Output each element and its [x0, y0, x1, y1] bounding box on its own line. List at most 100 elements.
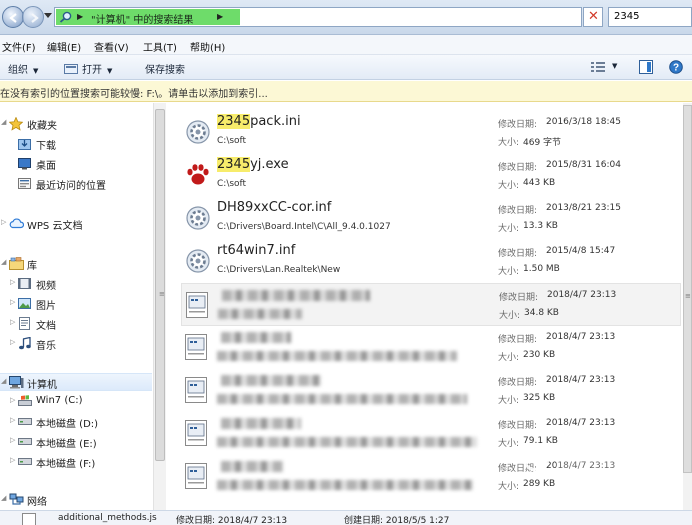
modified-value: 2016/3/18 18:45	[546, 117, 621, 127]
file-name[interactable]: rt64win7.inf	[217, 243, 295, 258]
sidebar-item-favorites[interactable]: ◢ 收藏夹	[0, 115, 150, 133]
expand-arrow-icon[interactable]: ▷	[10, 298, 15, 306]
blurred-file-name	[221, 461, 283, 472]
paw-app-icon	[187, 164, 209, 185]
clear-search-button[interactable]: ✕	[583, 7, 603, 27]
sidebar-item-label: 收藏夹	[27, 121, 57, 132]
menu-help[interactable]: 帮助(H)	[190, 39, 225, 54]
navigation-scrollbar[interactable]: ≡	[153, 103, 166, 510]
breadcrumb-separator-icon[interactable]: ▶	[217, 12, 223, 21]
sidebar-item-pictures[interactable]: ▷ 图片	[0, 295, 150, 313]
command-bar: 组织 ▼ 打开 ▼ 保存搜索 ▼ ?	[0, 55, 692, 80]
sidebar-item-downloads[interactable]: 下载	[0, 135, 150, 153]
size-value: 13.3 KB	[523, 221, 558, 231]
sidebar-item-drive-e[interactable]: ▷ 本地磁盘 (E:)	[0, 433, 150, 451]
size-value: 1.50 MB	[523, 264, 560, 274]
open-button[interactable]: 打开 ▼	[64, 61, 112, 76]
hard-drive-icon	[18, 438, 32, 445]
index-info-bar[interactable]: 在没有索引的位置搜索可能较慢: F:\。请单击以添加到索引...	[0, 81, 692, 102]
modified-label: 修改日期:	[498, 421, 538, 431]
sidebar-item-documents[interactable]: ▷ 文档	[0, 315, 150, 333]
sidebar-item-drive-d[interactable]: ▷ 本地磁盘 (D:)	[0, 413, 150, 431]
collapse-arrow-icon[interactable]: ◢	[1, 377, 6, 385]
recent-pages-dropdown-icon[interactable]	[44, 13, 52, 19]
size-label: 大小:	[498, 482, 520, 492]
sidebar-item-wps[interactable]: ▷ WPS 云文档	[0, 215, 150, 233]
breadcrumb-separator-icon[interactable]: ▶	[77, 12, 83, 21]
modified-value: 2013/8/21 23:15	[546, 203, 621, 213]
collapse-arrow-icon[interactable]: ◢	[1, 494, 6, 502]
result-row[interactable]: DH89xxCC-cor.inf C:\Drivers\Board.Intel\…	[181, 197, 681, 240]
downloads-folder-icon	[18, 139, 31, 150]
view-options-icon[interactable]	[591, 61, 605, 73]
organize-label: 组织	[8, 65, 28, 76]
expand-arrow-icon[interactable]: ▷	[10, 436, 15, 444]
result-row[interactable]: 修改日期: 2018/4/7 23:13 大小: 230 KB	[181, 326, 681, 369]
expand-arrow-icon[interactable]: ▷	[1, 218, 6, 226]
size-label: 大小:	[498, 138, 520, 148]
blurred-file-path	[217, 437, 477, 447]
expand-arrow-icon[interactable]: ▷	[10, 416, 15, 424]
breadcrumb[interactable]: ▶ "计算机" 中的搜索结果 ▶ ▼	[54, 7, 627, 27]
expand-arrow-icon[interactable]: ▷	[10, 456, 15, 464]
breadcrumb-location[interactable]: "计算机" 中的搜索结果	[91, 11, 193, 26]
back-button[interactable]	[2, 6, 24, 28]
sidebar-item-label: 本地磁盘 (F:)	[36, 459, 96, 470]
script-file-icon	[22, 513, 36, 525]
expand-arrow-icon[interactable]: ▷	[10, 278, 15, 286]
blurred-file-path	[218, 309, 302, 319]
expand-arrow-icon[interactable]: ▷	[10, 318, 15, 326]
settings-file-icon	[186, 120, 210, 144]
sidebar-item-drive-f[interactable]: ▷ 本地磁盘 (F:)	[0, 453, 150, 471]
view-dropdown-icon[interactable]: ▼	[612, 62, 617, 70]
sidebar-item-label: Win7 (C:)	[36, 395, 83, 406]
sidebar-item-music[interactable]: ▷ 音乐	[0, 335, 150, 353]
file-name[interactable]: 2345yj.exe	[217, 157, 289, 172]
blurred-file-name	[221, 418, 301, 429]
modified-value: 2015/8/31 16:04	[546, 160, 621, 170]
expand-arrow-icon[interactable]: ▷	[10, 396, 15, 404]
file-name[interactable]: 2345pack.ini	[217, 114, 301, 129]
sidebar-item-drive-c[interactable]: ▷ Win7 (C:)	[0, 393, 150, 411]
file-name-rest: DH89xxCC-cor.inf	[217, 200, 332, 215]
result-row[interactable]: 2345pack.ini C:\soft 修改日期: 2016/3/18 18:…	[181, 111, 681, 154]
results-scrollbar[interactable]: ≡	[683, 103, 692, 510]
blurred-file-name	[222, 290, 370, 301]
help-icon[interactable]: ?	[669, 60, 683, 74]
scrollbar-thumb[interactable]: ≡	[683, 105, 692, 473]
open-icon	[64, 64, 78, 74]
preview-pane-icon[interactable]	[639, 60, 653, 74]
organize-button[interactable]: 组织 ▼	[8, 61, 38, 76]
scrollbar-thumb[interactable]: ≡	[155, 109, 165, 461]
sidebar-item-videos[interactable]: ▷ 视频	[0, 275, 150, 293]
file-name[interactable]: DH89xxCC-cor.inf	[217, 200, 331, 215]
menu-tools[interactable]: 工具(T)	[143, 39, 177, 54]
size-value: 230 KB	[523, 350, 556, 360]
save-search-button[interactable]: 保存搜索	[145, 61, 185, 76]
menu-view[interactable]: 查看(V)	[94, 39, 129, 54]
sidebar-item-computer[interactable]: ◢ 计算机	[0, 373, 152, 391]
result-row[interactable]: rt64win7.inf C:\Drivers\Lan.Realtek\New …	[181, 240, 681, 283]
menu-edit[interactable]: 编辑(E)	[47, 39, 81, 54]
file-path: C:\soft	[217, 136, 247, 146]
result-row[interactable]: 2345yj.exe C:\soft 修改日期: 2015/8/31 16:04…	[181, 154, 681, 197]
forward-button[interactable]	[22, 6, 44, 28]
index-warning-text: 在没有索引的位置搜索可能较慢: F:\。请单击以添加到索引...	[0, 89, 268, 100]
sidebar-item-libraries[interactable]: ◢ 库	[0, 255, 150, 273]
details-modified: 修改日期: 2018/4/7 23:13	[176, 516, 288, 525]
sidebar-item-label: WPS 云文档	[27, 221, 83, 232]
expand-arrow-icon[interactable]: ▷	[10, 338, 15, 346]
size-value: 443 KB	[523, 178, 556, 188]
result-row[interactable]: 修改日期: 2018/4/7 23:13 大小: 34.8 KB	[181, 283, 681, 326]
sidebar-item-recent[interactable]: 最近访问的位置	[0, 175, 150, 193]
menu-file[interactable]: 文件(F)	[2, 39, 36, 54]
details-file-name: additional_methods.js	[58, 513, 157, 523]
sidebar-item-desktop[interactable]: 桌面	[0, 155, 150, 173]
modified-value: 2015/4/8 15:47	[546, 246, 616, 256]
result-row[interactable]: 修改日期: 2018/4/7 23:13 大小: 325 KB	[181, 369, 681, 412]
blurred-file-path	[217, 351, 457, 361]
collapse-arrow-icon[interactable]: ◢	[1, 258, 6, 266]
sidebar-item-network[interactable]: ◢ 网络	[0, 491, 150, 509]
collapse-arrow-icon[interactable]: ◢	[1, 118, 6, 126]
search-input[interactable]: 2345	[608, 7, 692, 27]
